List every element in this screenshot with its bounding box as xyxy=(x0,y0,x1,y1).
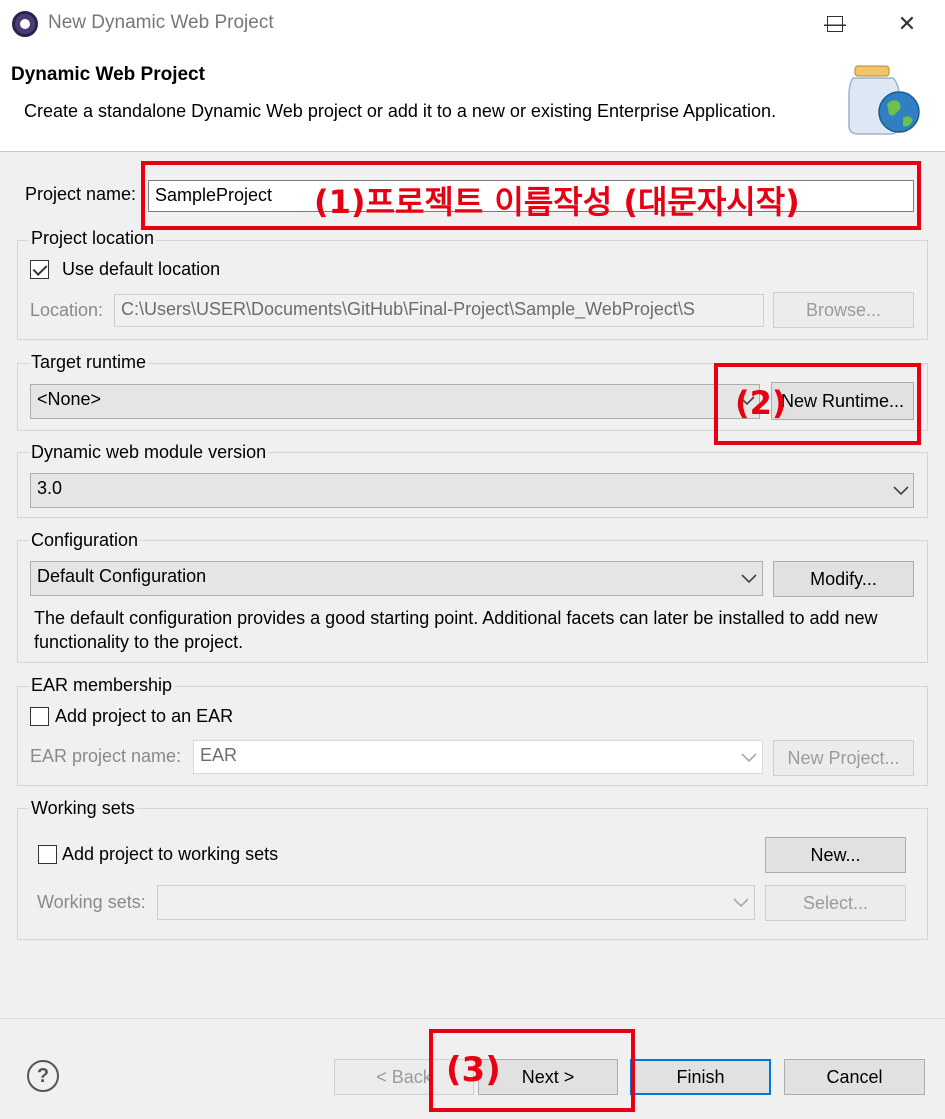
target-runtime-title: Target runtime xyxy=(29,352,149,373)
ear-project-name-value: EAR xyxy=(200,745,238,765)
modify-button[interactable]: Modify... xyxy=(773,561,914,597)
cancel-button[interactable]: Cancel xyxy=(784,1059,925,1095)
maximize-icon xyxy=(827,16,843,32)
window-title: New Dynamic Web Project xyxy=(48,12,274,33)
new-working-set-button[interactable]: New... xyxy=(765,837,906,873)
project-name-label: Project name: xyxy=(25,184,137,204)
working-sets-title: Working sets xyxy=(29,798,137,819)
ear-project-name-select[interactable]: EAR xyxy=(193,740,763,774)
add-to-ear-checkbox[interactable] xyxy=(30,707,49,726)
ear-membership-title: EAR membership xyxy=(29,675,175,696)
configuration-title: Configuration xyxy=(29,530,141,551)
add-to-ear-label: Add project to an EAR xyxy=(55,706,234,726)
use-default-location-label: Use default location xyxy=(62,259,221,279)
ear-chevron-down-icon xyxy=(738,747,760,769)
wizard-description: Create a standalone Dynamic Web project … xyxy=(24,101,777,121)
module-version-value: 3.0 xyxy=(37,478,63,498)
annotation-step2: (2) xyxy=(735,384,787,422)
working-sets-select[interactable] xyxy=(157,885,755,920)
add-to-working-sets-label: Add project to working sets xyxy=(62,844,279,864)
finish-button[interactable]: Finish xyxy=(630,1059,771,1095)
annotation-step3: (3) xyxy=(446,1050,501,1090)
target-runtime-value: <None> xyxy=(37,389,102,409)
annotation-step1: (1)프로젝트 이름작성 (대문자시작) xyxy=(314,183,800,221)
footer-separator xyxy=(0,1018,945,1019)
configuration-value: Default Configuration xyxy=(37,566,207,586)
project-location-title: Project location xyxy=(29,228,157,249)
close-button[interactable]: ✕ xyxy=(887,6,927,42)
location-value: C:\Users\USER\Documents\GitHub\Final-Pro… xyxy=(121,299,695,319)
module-version-title: Dynamic web module version xyxy=(29,442,269,463)
browse-button[interactable]: Browse... xyxy=(773,292,914,328)
configuration-chevron-down-icon xyxy=(738,568,760,590)
add-to-working-sets-checkbox[interactable] xyxy=(38,845,57,864)
new-ear-project-button[interactable]: New Project... xyxy=(773,740,914,776)
target-runtime-select[interactable]: <None> xyxy=(30,384,760,419)
eclipse-icon xyxy=(12,11,38,37)
configuration-description: The default configuration provides a goo… xyxy=(34,608,878,652)
select-working-sets-button[interactable]: Select... xyxy=(765,885,906,921)
module-version-select[interactable]: 3.0 xyxy=(30,473,914,508)
location-label: Location: xyxy=(30,300,104,320)
web-project-jar-icon xyxy=(843,62,923,138)
module-version-chevron-down-icon xyxy=(890,480,912,502)
help-icon[interactable]: ? xyxy=(27,1060,59,1092)
use-default-location-checkbox[interactable] xyxy=(30,260,49,279)
ear-project-name-label: EAR project name: xyxy=(30,746,182,766)
configuration-select[interactable]: Default Configuration xyxy=(30,561,763,596)
location-input[interactable]: C:\Users\USER\Documents\GitHub\Final-Pro… xyxy=(114,294,764,327)
working-sets-label: Working sets: xyxy=(37,892,146,912)
working-sets-chevron-down-icon xyxy=(730,892,752,914)
wizard-title: Dynamic Web Project xyxy=(11,64,205,85)
maximize-button[interactable] xyxy=(815,6,855,42)
